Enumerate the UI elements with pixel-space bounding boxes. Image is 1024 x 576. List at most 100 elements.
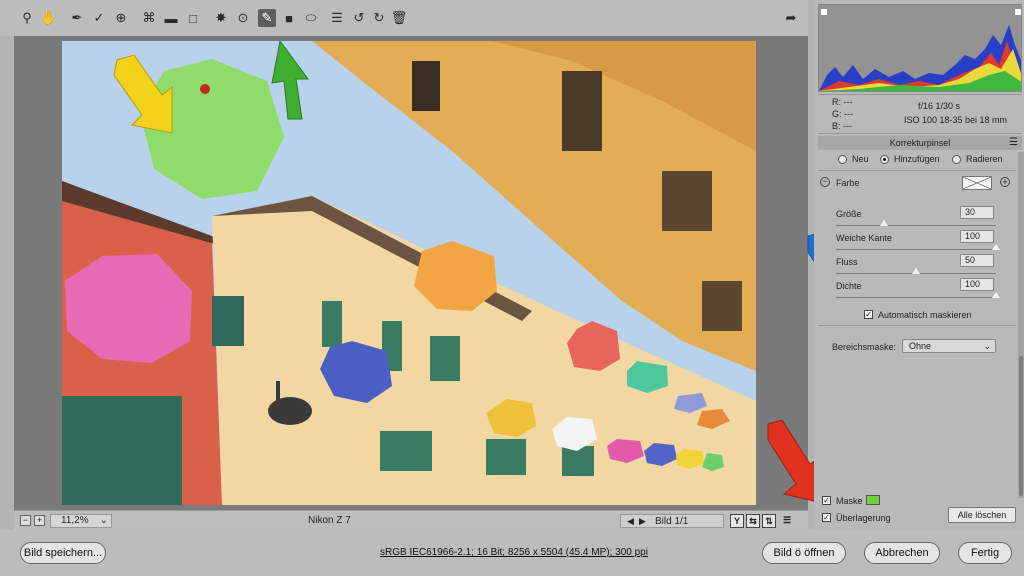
color-swatch[interactable] (962, 176, 992, 190)
graduated-filter-icon[interactable]: ■ (280, 9, 298, 27)
mask-label: Maske (836, 496, 863, 506)
crop-icon[interactable]: ⌘ (140, 9, 158, 27)
save-image-button[interactable]: Bild speichern... (20, 542, 106, 564)
zoom-icon[interactable]: ⚲ (18, 9, 36, 27)
open-image-button[interactable]: Bild ö öffnen (762, 542, 846, 564)
done-button[interactable]: Fertig (958, 542, 1012, 564)
mode-erase-radio[interactable] (952, 155, 961, 164)
toolbar: ⚲ ✋ ✒ ✓ ⊕ ⌘ ▬ □ ✸ ⊙ ✎ ■ ⬭ ☰ ↺ ↻ 🗑 ➦ (0, 0, 808, 36)
settings-sliders-icon[interactable]: ☰ (780, 514, 794, 528)
spot-removal-icon[interactable]: ✸ (212, 9, 230, 27)
target-adjustment-icon[interactable]: ⊕ (112, 9, 130, 27)
camera-name: Nikon Z 7 (308, 515, 351, 526)
density-input[interactable]: 100 (960, 278, 994, 291)
flow-slider[interactable] (836, 268, 996, 274)
overlay-checkbox[interactable]: ✓ (822, 513, 831, 522)
chevron-down-icon: ⌄ (983, 341, 991, 351)
right-panel: R: --- G: --- B: --- f/16 1/30 s ISO 100… (814, 0, 1024, 530)
footer: Bild speichern... sRGB IEC61966-2.1; 16 … (0, 530, 1024, 576)
prev-image-icon[interactable]: ◀ (627, 515, 634, 527)
zoom-in-button[interactable]: + (34, 515, 45, 526)
before-after-swap-button[interactable]: ⇆ (746, 514, 760, 528)
trash-icon[interactable]: 🗑 (390, 9, 408, 27)
before-after-copy-button[interactable]: ⇅ (762, 514, 776, 528)
brush-mode-row: Neu Hinzufügen Radieren (818, 152, 1022, 168)
page-navigator: ◀ ▶ Bild 1/1 (620, 514, 724, 528)
status-strip: − + 11,2% ⌄ Nikon Z 7 ◀ ▶ Bild 1/1 Y ⇆ ⇅… (14, 510, 808, 530)
mask-color-swatch[interactable] (866, 495, 880, 505)
flow-input[interactable]: 50 (960, 254, 994, 267)
list-icon[interactable]: ☰ (328, 9, 346, 27)
feather-slider[interactable] (836, 244, 1000, 250)
white-balance-icon[interactable]: ✒ (68, 9, 86, 27)
overlay-label: Überlagerung (836, 513, 891, 523)
density-slider[interactable] (836, 292, 1000, 298)
transform-icon[interactable]: □ (184, 9, 202, 27)
chevron-down-icon: ⌄ (99, 515, 108, 526)
minus-circle-icon[interactable]: − (820, 177, 830, 187)
brush-settings: − Farbe + Größe 30 Weiche Kante 100 Flus… (818, 170, 1016, 326)
before-after-y-button[interactable]: Y (730, 514, 744, 528)
panel-title-bar: Korrekturpinsel ☰ (818, 136, 1022, 150)
page-label: Bild 1/1 (655, 516, 689, 527)
export-icon[interactable]: ➦ (782, 9, 800, 27)
feather-input[interactable]: 100 (960, 230, 994, 243)
red-eye-icon[interactable]: ⊙ (234, 9, 252, 27)
info-box: R: --- G: --- B: --- f/16 1/30 s ISO 100… (818, 94, 1022, 134)
exif-iso-focal: ISO 100 18-35 bei 18 mm (904, 115, 1008, 125)
histogram (818, 4, 1022, 92)
green-arrow-icon (271, 41, 309, 120)
exif-aperture-shutter: f/16 1/30 s (918, 101, 961, 111)
mode-erase-label: Radieren (966, 154, 1003, 164)
range-mask-value: Ohne (909, 341, 932, 351)
color-label: Farbe (836, 178, 860, 188)
yellow-arrow-icon (113, 55, 173, 134)
no-color-icon (962, 176, 992, 190)
next-image-icon[interactable]: ▶ (639, 515, 646, 527)
clip-shadow-indicator[interactable] (821, 9, 827, 15)
mode-add-radio[interactable] (880, 155, 889, 164)
size-input[interactable]: 30 (960, 206, 994, 219)
flow-slider-thumb[interactable] (912, 268, 920, 274)
size-slider-thumb[interactable] (880, 220, 888, 226)
rotate-right-icon[interactable]: ↻ (370, 9, 388, 27)
scrollbar-thumb[interactable] (1019, 356, 1023, 496)
color-sampler-icon[interactable]: ✓ (90, 9, 108, 27)
clip-highlight-indicator[interactable] (1015, 9, 1021, 15)
radial-filter-icon[interactable]: ⬭ (302, 9, 320, 27)
zoom-value: 11,2% (61, 515, 89, 526)
panel-scrollbar[interactable] (1018, 152, 1024, 498)
histogram-graph (819, 9, 1021, 91)
zoom-out-button[interactable]: − (20, 515, 31, 526)
mode-new-label: Neu (852, 154, 869, 164)
clear-all-button[interactable]: Alle löschen (948, 507, 1016, 523)
range-mask-select[interactable]: Ohne ⌄ (902, 339, 996, 353)
density-label: Dichte (836, 281, 862, 291)
workflow-options-link[interactable]: sRGB IEC61966-2.1; 16 Bit; 8256 x 5504 (… (380, 547, 648, 558)
cancel-button[interactable]: Abbrechen (864, 542, 940, 564)
feather-slider-thumb[interactable] (992, 244, 1000, 250)
panel-title: Korrekturpinsel (889, 138, 951, 148)
mode-new-radio[interactable] (838, 155, 847, 164)
mode-add-label: Hinzufügen (894, 154, 940, 164)
auto-mask-checkbox[interactable]: ✓ (864, 310, 873, 319)
flow-label: Fluss (836, 257, 858, 267)
readout-g: G: --- (832, 109, 853, 119)
plus-circle-icon[interactable]: + (1000, 177, 1010, 187)
feather-label: Weiche Kante (836, 233, 892, 243)
readout-r: R: --- (832, 97, 853, 107)
hand-icon[interactable]: ✋ (40, 9, 58, 27)
panel-menu-icon[interactable]: ☰ (1009, 136, 1018, 150)
photo[interactable] (62, 41, 756, 505)
straighten-icon[interactable]: ▬ (162, 9, 180, 27)
density-slider-thumb[interactable] (992, 292, 1000, 298)
adjustment-brush-icon[interactable]: ✎ (258, 9, 276, 27)
readout-b: B: --- (832, 121, 852, 131)
range-mask-label: Bereichsmaske: (832, 342, 897, 352)
rotate-left-icon[interactable]: ↺ (350, 9, 368, 27)
zoom-select[interactable]: 11,2% ⌄ (50, 514, 112, 528)
mask-checkbox[interactable]: ✓ (822, 496, 831, 505)
auto-mask-label: Automatisch maskieren (878, 310, 972, 320)
size-label: Größe (836, 209, 862, 219)
size-slider[interactable] (836, 220, 996, 226)
